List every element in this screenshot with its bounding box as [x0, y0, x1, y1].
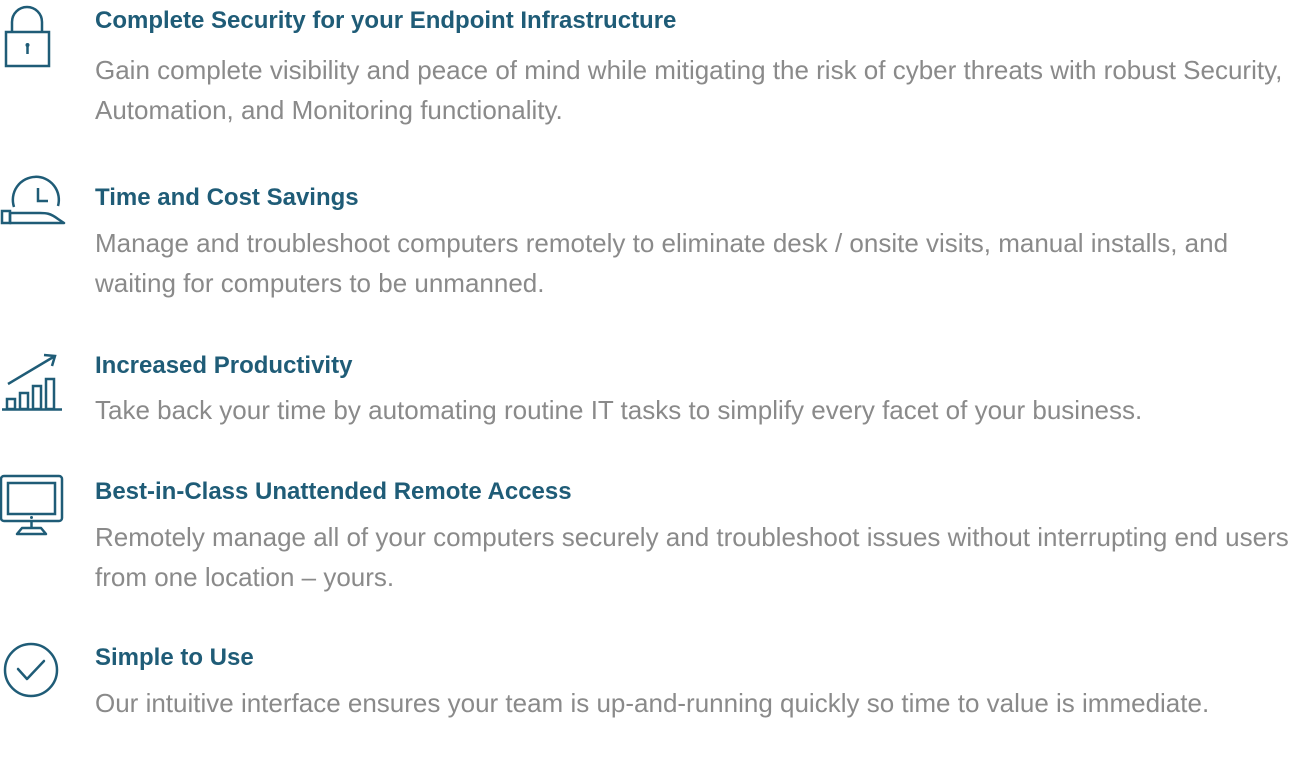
feature-title: Increased Productivity	[95, 352, 353, 379]
feature-title: Complete Security for your Endpoint Infr…	[95, 7, 677, 34]
growth-chart-icon	[0, 348, 64, 411]
lock-icon	[0, 4, 64, 68]
clock-hand-icon	[0, 175, 66, 238]
feature-title: Best-in-Class Unattended Remote Access	[95, 478, 572, 505]
feature-description: Gain complete visibility and peace of mi…	[95, 55, 1283, 125]
checkmark-circle-icon	[0, 641, 64, 698]
feature-title: Simple to Use	[95, 644, 254, 671]
feature-description: Remotely manage all of your computers se…	[95, 522, 1289, 592]
feature-title: Time and Cost Savings	[95, 184, 359, 211]
monitor-icon	[0, 474, 64, 536]
feature-description: Take back your time by automating routin…	[95, 395, 1143, 425]
feature-description: Our intuitive interface ensures your tea…	[95, 688, 1210, 718]
feature-description: Manage and troubleshoot computers remote…	[95, 228, 1229, 298]
